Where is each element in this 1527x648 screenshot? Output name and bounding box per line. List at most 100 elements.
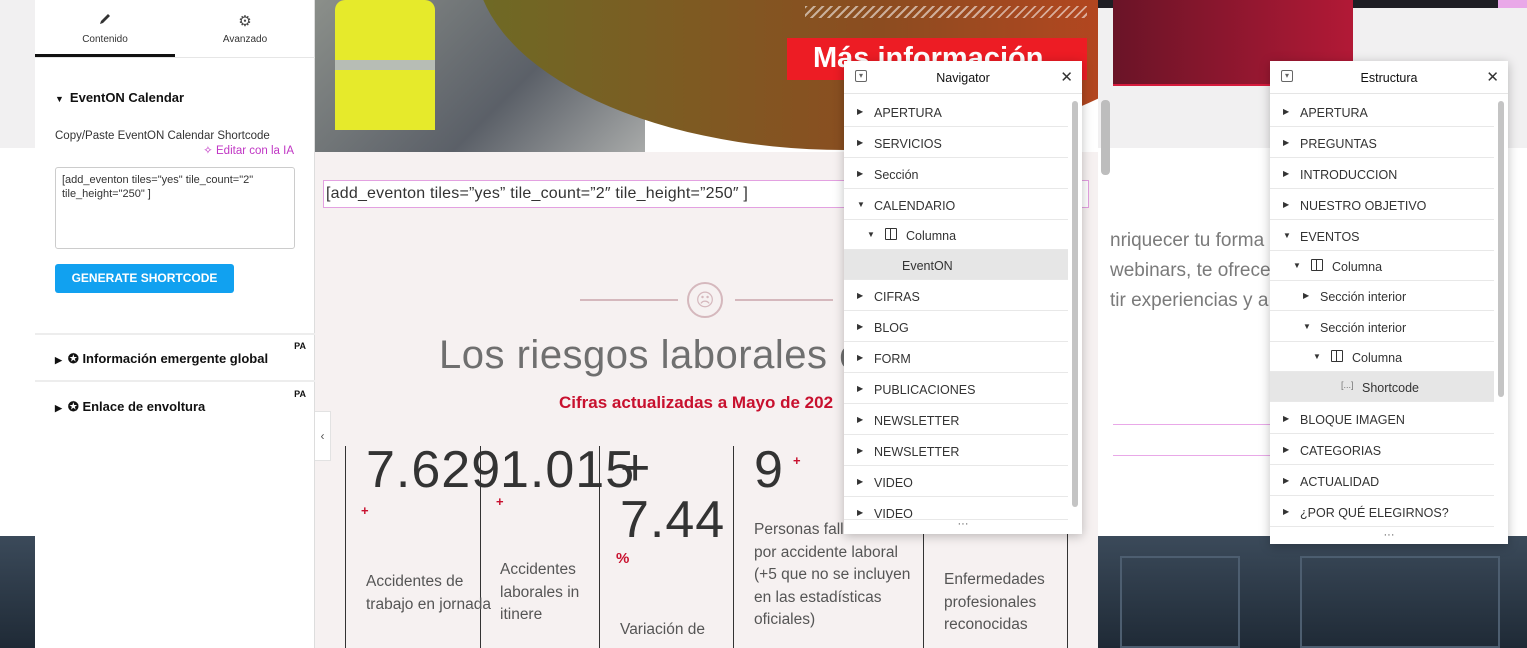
structure-header[interactable]: ▾ Estructura ✕ <box>1270 61 1508 94</box>
close-icon[interactable]: ✕ <box>1060 68 1073 86</box>
navigator-item[interactable]: ▼ Columna <box>844 220 1068 250</box>
section-wrapper-link[interactable]: ▶ ✪ Enlace de envoltura <box>55 399 205 415</box>
structure-item[interactable]: ▼ EVENTOS <box>1270 221 1494 251</box>
column-icon <box>1331 350 1343 362</box>
collapse-panel-button[interactable]: ‹ <box>315 411 331 461</box>
navigator-item[interactable]: ▶ Sección <box>844 159 1068 189</box>
stat-plus: + <box>793 453 801 468</box>
tab-contenido[interactable]: Contenido <box>35 0 175 57</box>
stat-label: Personas fallecidas por accidente labora… <box>754 521 911 628</box>
section-separator <box>35 333 315 335</box>
structure-item[interactable]: ▼ Columna <box>1270 251 1494 281</box>
gear-icon: ⚙ <box>238 13 252 30</box>
window-frame <box>1120 556 1240 648</box>
structure-item[interactable]: ▶ BLOQUE IMAGEN <box>1270 404 1494 434</box>
site-selection-line <box>1113 424 1270 425</box>
site-paragraph-line: webinars, te ofrece <box>1110 260 1271 281</box>
stat-label: Variación de <box>620 621 706 638</box>
site-pink-strip <box>1498 0 1527 8</box>
site-paragraph-line: nriquecer tu forma <box>1110 230 1265 251</box>
site-selection-line <box>1113 455 1270 456</box>
stat-divider <box>733 446 734 648</box>
navigator-header[interactable]: ▾ Navigator ✕ <box>844 61 1082 94</box>
section-global-popup[interactable]: ▶ ✪ Información emergente global <box>55 351 268 367</box>
navigator-scrollbar[interactable] <box>1072 101 1078 507</box>
structure-item[interactable]: ▶ PREGUNTAS <box>1270 128 1494 158</box>
structure-scrollbar[interactable] <box>1498 101 1504 397</box>
stat-number: + 7.44 <box>620 439 726 549</box>
stat-plus: + <box>496 494 504 509</box>
navigator-item[interactable]: ▶ CIFRAS <box>844 281 1068 311</box>
navigator-item[interactable]: ▶ NEWSLETTER <box>844 436 1068 466</box>
stat-divider <box>345 446 346 648</box>
structure-item[interactable]: ▶ ACTUALIDAD <box>1270 466 1494 496</box>
structure-title: Estructura <box>1360 71 1418 85</box>
more-icon[interactable]: ··· <box>844 518 1082 530</box>
section-label: EventON Calendar <box>69 90 185 105</box>
edit-with-ai-link[interactable]: ✧ Editar con la IA <box>203 143 294 157</box>
shortcode-icon: [...] <box>1341 380 1354 390</box>
tab-avanzado[interactable]: ⚙ Avanzado <box>175 0 315 57</box>
section-label: Enlace de envoltura <box>82 399 206 414</box>
generate-shortcode-button[interactable]: GENERATE SHORTCODE <box>55 264 234 293</box>
stat-number: 9 <box>754 441 784 499</box>
structure-item[interactable]: ▼ Sección interior <box>1270 312 1494 342</box>
sad-face-icon: ☹ <box>687 282 723 318</box>
navigator-panel: ▾ Navigator ✕ ▶ APERTURA ▶ SERVICIOS ▶ Secc… <box>844 61 1082 534</box>
structure-panel: ▾ Estructura ✕ ▶ APERTURA ▶ PREGUNTAS ▶ INT… <box>1270 61 1508 544</box>
editor-tabs: Contenido ⚙ Avanzado <box>35 0 315 58</box>
navigator-item[interactable]: ▶ NEWSLETTER <box>844 405 1068 435</box>
structure-item[interactable]: ▶ CATEGORIAS <box>1270 435 1494 465</box>
structure-item[interactable]: ▶ APERTURA <box>1270 97 1494 127</box>
caret-down-icon: ▼ <box>55 94 64 104</box>
shortcode-output: [add_eventon tiles=”yes” tile_count=”2″ … <box>326 185 749 202</box>
stat-label: Accidentes laborales in itinere <box>500 561 580 623</box>
divider-right <box>735 299 833 301</box>
navigator-item[interactable]: ▶ APERTURA <box>844 97 1068 127</box>
navigator-item[interactable]: ▶ VIDEO <box>844 467 1068 497</box>
shortcode-field-label: Copy/Paste EventON Calendar Shortcode <box>55 130 270 142</box>
navigator-item[interactable]: ▶ FORM <box>844 343 1068 373</box>
section-label: Información emergente global <box>82 351 269 366</box>
navigator-item-selected[interactable]: EventON <box>844 250 1068 280</box>
column-icon <box>885 228 897 240</box>
widget-icon: ✪ <box>67 399 83 414</box>
worker-figure <box>335 0 435 130</box>
navigator-item[interactable]: ▶ VIDEO <box>844 498 1068 521</box>
navigator-item[interactable]: ▼ CALENDARIO <box>844 190 1068 220</box>
structure-item[interactable]: ▼ Columna <box>1270 342 1494 372</box>
navigator-item[interactable]: ▶ SERVICIOS <box>844 128 1068 158</box>
pro-addon-badge: PA <box>294 341 306 351</box>
structure-item[interactable]: ▶ Sección interior <box>1270 281 1494 311</box>
section-eventon-calendar[interactable]: ▼ EventON Calendar <box>55 90 184 105</box>
structure-item-selected[interactable]: [...] Shortcode <box>1270 372 1494 402</box>
navigator-item[interactable]: ▶ BLOG <box>844 312 1068 342</box>
hero-stripes <box>805 6 1087 18</box>
stat-label: Accidentes de trabajo en jornada <box>366 573 491 613</box>
tab-label: Contenido <box>82 34 128 45</box>
stat-plus: + <box>361 503 369 518</box>
section-separator <box>35 380 315 382</box>
stat-plus: % <box>616 550 630 567</box>
editor-panel: Contenido ⚙ Avanzado ▼ EventON Calendar C… <box>35 0 315 648</box>
navigator-title: Navigator <box>936 71 990 85</box>
structure-item[interactable]: ▶ INTRODUCCION <box>1270 159 1494 189</box>
divider-left <box>580 299 678 301</box>
shortcode-textarea[interactable]: [add_eventon tiles="yes" tile_count="2" … <box>55 167 295 249</box>
structure-item[interactable]: ▶ NUESTRO OBJETIVO <box>1270 190 1494 220</box>
pro-addon-badge: PA <box>294 389 306 399</box>
navigator-item[interactable]: ▶ PUBLICACIONES <box>844 374 1068 404</box>
window-frame <box>1300 556 1500 648</box>
close-icon[interactable]: ✕ <box>1486 68 1499 86</box>
site-paragraph-line: tir experiencias y a <box>1110 290 1269 311</box>
preview-scrollbar[interactable] <box>1101 100 1110 175</box>
more-icon[interactable]: ··· <box>1270 529 1508 541</box>
structure-item[interactable]: ▶ ¿POR QUÉ ELEGIRNOS? <box>1270 497 1494 527</box>
column-icon <box>1311 259 1323 271</box>
pencil-icon <box>35 12 175 30</box>
stat-number: 1.015 <box>500 441 636 499</box>
widget-icon: ✪ <box>67 351 83 366</box>
risk-heading: Los riesgos laborales e <box>439 333 862 377</box>
stat-number: 7.629 <box>366 441 502 499</box>
tab-label: Avanzado <box>222 34 268 45</box>
